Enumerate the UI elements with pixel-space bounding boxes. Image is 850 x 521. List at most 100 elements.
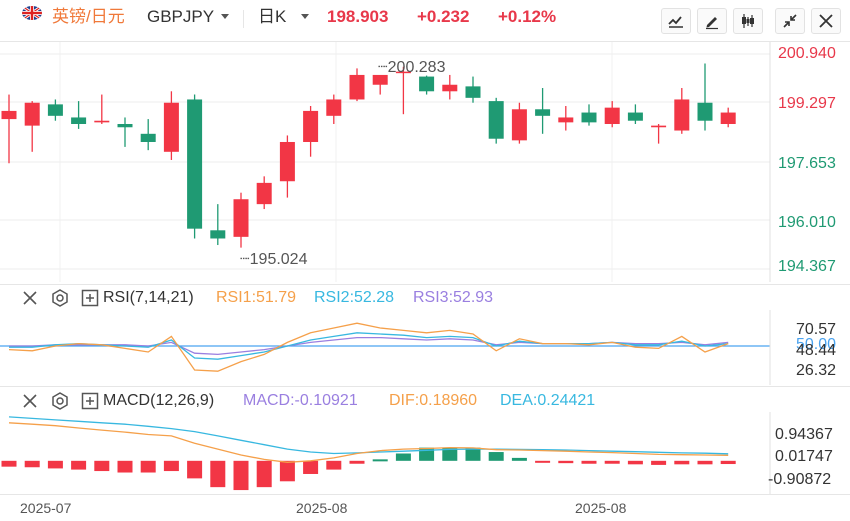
- macd-histogram-bar: [604, 460, 620, 464]
- candles-icon: [742, 14, 754, 28]
- macd-add-button[interactable]: [80, 391, 100, 411]
- close-icon: [819, 14, 833, 28]
- rsi1-value: RSI1:51.79: [216, 289, 297, 306]
- macd-top-border: [0, 386, 850, 387]
- rsi-settings-button[interactable]: [50, 288, 70, 308]
- timeframe-select[interactable]: 日K: [258, 6, 286, 28]
- macd-histogram-bar: [627, 460, 643, 465]
- candle-body: [24, 102, 40, 126]
- candle-body: [627, 112, 643, 121]
- macd-settings-button[interactable]: [50, 391, 70, 411]
- timeframe-dropdown-icon[interactable]: [301, 14, 309, 19]
- candle-body: [535, 109, 551, 116]
- dif-value: DIF:0.18960: [389, 392, 478, 409]
- symbol-select[interactable]: GBPJPY: [147, 6, 214, 28]
- low-value: 195.024: [249, 251, 308, 268]
- macd-histogram-bar: [674, 460, 690, 465]
- macd-histogram-bar: [1, 460, 17, 467]
- macd-histogram-bar: [140, 460, 156, 473]
- price-axis-label-4: 196.010: [778, 214, 836, 231]
- macd-axis-label-1: 0.94367: [775, 426, 833, 443]
- rsi-indicator-name: RSI(7,14,21): [103, 289, 194, 306]
- macd-histogram-bar: [163, 460, 179, 472]
- high-marker-label: ┈200.283: [378, 59, 446, 76]
- draw-button[interactable]: [697, 8, 727, 34]
- candle-body: [558, 117, 574, 123]
- candle-body: [71, 117, 87, 124]
- close-icon: [23, 394, 37, 408]
- macd-histogram-bar: [279, 460, 295, 482]
- candle-body: [442, 84, 458, 92]
- macd-histogram-bar: [558, 460, 574, 464]
- x-axis-label-2: 2025-08: [296, 500, 348, 516]
- plus-box-icon: [81, 392, 99, 410]
- line-chart-button[interactable]: [661, 8, 691, 34]
- macd-histogram-bar: [24, 460, 40, 468]
- macd-histogram-bar: [395, 453, 411, 461]
- pair-title: 英镑/日元: [52, 7, 125, 26]
- candlestick-chart[interactable]: [0, 42, 850, 282]
- macd-indicator-name: MACD(12,26,9): [103, 392, 215, 409]
- x-axis-label-1: 2025-07: [20, 500, 72, 516]
- rsi-top-border: [0, 284, 850, 285]
- macd-histogram-bar: [720, 460, 736, 465]
- macd-histogram-bar: [349, 460, 365, 464]
- rsi1-line: [8, 322, 729, 372]
- macd-histogram-bar: [488, 452, 504, 461]
- rsi-chart[interactable]: [0, 310, 850, 385]
- close-button[interactable]: [811, 8, 841, 34]
- candle-body: [187, 99, 203, 229]
- candle-body: [94, 120, 110, 123]
- rsi-close-button[interactable]: [20, 288, 40, 308]
- candle-body: [488, 101, 504, 139]
- dif-line: [8, 422, 729, 463]
- price-axis-label-3: 197.653: [778, 155, 836, 172]
- rsi3-value: RSI3:52.93: [413, 289, 494, 306]
- candle-body: [210, 230, 226, 239]
- header-divider: [243, 10, 244, 28]
- macd-histogram-bar: [47, 460, 63, 469]
- macd-chart[interactable]: [0, 412, 850, 494]
- macd-close-button[interactable]: [20, 391, 40, 411]
- candle-body: [163, 102, 179, 152]
- candle-body: [419, 76, 435, 92]
- price-axis-label-1: 200.940: [778, 45, 836, 62]
- macd-histogram-bar: [651, 460, 667, 465]
- macd-histogram-bar: [256, 460, 272, 488]
- xaxis-top-border: [0, 494, 850, 495]
- macd-axis-label-3: -0.90872: [768, 471, 832, 488]
- collapse-button[interactable]: [775, 8, 805, 34]
- high-value: 200.283: [387, 59, 446, 76]
- candle-body: [581, 112, 597, 123]
- rsi-axis-label-4: 26.32: [796, 362, 837, 379]
- rsi-add-button[interactable]: [80, 288, 100, 308]
- symbol-dropdown-icon[interactable]: [221, 14, 229, 19]
- macd-histogram-bar: [372, 459, 388, 462]
- macd-histogram-bar: [233, 460, 249, 491]
- dea-value: DEA:0.24421: [500, 392, 596, 409]
- macd-histogram-bar: [581, 460, 597, 464]
- last-price: 198.903: [327, 7, 389, 26]
- collapse-icon: [783, 14, 797, 28]
- candle-body: [233, 199, 249, 237]
- macd-histogram-bar: [94, 460, 110, 472]
- gear-icon: [52, 289, 68, 307]
- line-chart-icon: [668, 16, 683, 28]
- candle-style-button[interactable]: [733, 8, 763, 34]
- candle-body: [47, 104, 63, 116]
- candle-body: [720, 112, 736, 124]
- chart-header: 英镑/日元 GBPJPY 日K 198.903 +0.232 +0.12%: [0, 0, 850, 38]
- candle-body: [117, 123, 133, 128]
- price-axis-label-5: 194.367: [778, 258, 836, 275]
- rsi2-value: RSI2:52.28: [314, 289, 395, 306]
- macd-histogram-bar: [71, 460, 87, 470]
- macd-histogram-bar: [303, 460, 319, 474]
- uk-flag-icon: [22, 6, 42, 20]
- candle-body: [349, 74, 365, 100]
- candle-body: [604, 107, 620, 124]
- macd-histogram-bar: [210, 460, 226, 488]
- candle-body: [1, 110, 17, 120]
- macd-value: MACD:-0.10921: [243, 392, 358, 409]
- price-change: +0.232: [417, 7, 470, 26]
- x-axis-label-3: 2025-08: [575, 500, 627, 516]
